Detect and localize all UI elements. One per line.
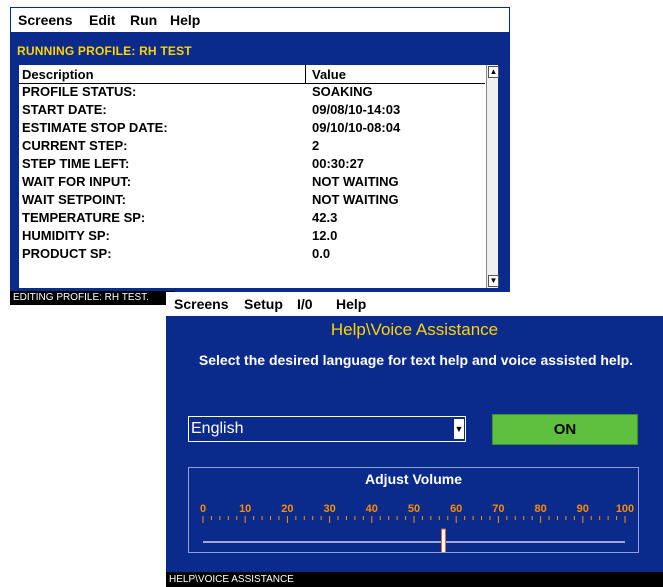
table-row[interactable]: HUMIDITY SP: 12.0 <box>19 228 485 246</box>
row-description: ESTIMATE STOP DATE: <box>22 120 168 135</box>
table-row[interactable]: PROFILE STATUS: SOAKING <box>19 84 485 102</box>
help-status-bar: HELP\VOICE ASSISTANCE <box>166 572 663 587</box>
running-profile-window: Screens Edit Run Help RUNNING PROFILE: R… <box>10 7 510 305</box>
row-value: 42.3 <box>312 210 338 225</box>
row-description: START DATE: <box>22 102 107 117</box>
dropdown-arrow-icon[interactable]: ▼ <box>454 419 464 439</box>
voice-on-button[interactable]: ON <box>492 414 638 445</box>
profile-info-table: Description Value PROFILE STATUS: SOAKIN… <box>19 65 499 288</box>
row-description: STEP TIME LEFT: <box>22 156 130 171</box>
help-voice-window: Screens Setup I/0 Help Help\Voice Assist… <box>166 292 663 587</box>
column-header-value: Value <box>312 67 346 82</box>
volume-tick-label: 30 <box>323 503 335 515</box>
menu-screens[interactable]: Screens <box>174 296 228 312</box>
volume-tick-label: 60 <box>450 503 462 515</box>
volume-tick-label: 10 <box>239 503 251 515</box>
help-title: Help\Voice Assistance <box>330 320 499 339</box>
row-value: 12.0 <box>312 228 338 243</box>
row-value: NOT WAITING <box>312 174 399 189</box>
row-value: NOT WAITING <box>312 192 399 207</box>
row-description: WAIT SETPOINT: <box>22 192 126 207</box>
scroll-up-icon[interactable]: ▲ <box>488 66 499 78</box>
table-row[interactable]: STEP TIME LEFT: 00:30:27 <box>19 156 485 174</box>
column-header-description: Description <box>22 67 94 82</box>
volume-panel: Adjust Volume 0 10 20 30 40 50 60 70 80 90 100 <box>188 467 639 553</box>
profile-title: RUNNING PROFILE: RH TEST <box>17 44 192 58</box>
profile-menubar: Screens Edit Run Help <box>10 7 510 33</box>
volume-tick-label: 0 <box>200 503 206 515</box>
volume-tick-label: 20 <box>281 503 293 515</box>
menu-edit[interactable]: Edit <box>89 12 115 28</box>
menu-io[interactable]: I/0 <box>297 296 313 312</box>
volume-tick-label: 80 <box>534 503 546 515</box>
volume-tick-label: 70 <box>492 503 504 515</box>
row-description: TEMPERATURE SP: <box>22 210 146 225</box>
row-value: 2 <box>312 138 320 153</box>
row-description: WAIT FOR INPUT: <box>22 174 132 189</box>
language-select[interactable]: English ▼ <box>188 416 466 442</box>
row-value: 00:30:27 <box>312 156 365 171</box>
table-row[interactable]: WAIT SETPOINT: NOT WAITING <box>19 192 485 210</box>
language-selected-value: English <box>191 420 244 437</box>
row-description: HUMIDITY SP: <box>22 228 110 243</box>
volume-tick-label: 40 <box>366 503 378 515</box>
volume-slider[interactable]: 0 10 20 30 40 50 60 70 80 90 100 <box>189 468 638 552</box>
menu-run[interactable]: Run <box>130 12 157 28</box>
volume-tick-label: 50 <box>408 503 420 515</box>
menu-setup[interactable]: Setup <box>244 296 283 312</box>
help-menubar: Screens Setup I/0 Help <box>166 292 663 316</box>
row-value: 09/10/10-08:04 <box>312 120 401 135</box>
scroll-down-icon[interactable]: ▼ <box>488 275 499 287</box>
row-value: 09/08/10-14:03 <box>312 102 401 117</box>
row-description: CURRENT STEP: <box>22 138 128 153</box>
volume-tick-label: 100 <box>616 503 634 515</box>
table-scrollbar[interactable]: ▲ ▼ <box>486 65 499 288</box>
table-row[interactable]: PRODUCT SP: 0.0 <box>19 246 485 264</box>
table-header: Description Value <box>19 65 485 84</box>
menu-help[interactable]: Help <box>336 296 366 312</box>
row-value: SOAKING <box>312 84 373 99</box>
profile-status-bar: EDITING PROFILE: RH TEST. <box>10 291 175 305</box>
volume-tick-label: 90 <box>577 503 589 515</box>
menu-screens[interactable]: Screens <box>18 12 72 28</box>
menu-help[interactable]: Help <box>170 12 200 28</box>
table-row[interactable]: START DATE: 09/08/10-14:03 <box>19 102 485 120</box>
table-row[interactable]: ESTIMATE STOP DATE: 09/10/10-08:04 <box>19 120 485 138</box>
row-description: PROFILE STATUS: <box>22 84 137 99</box>
volume-handle[interactable] <box>441 528 447 552</box>
table-row[interactable]: WAIT FOR INPUT: NOT WAITING <box>19 174 485 192</box>
row-description: PRODUCT SP: <box>22 246 112 261</box>
row-value: 0.0 <box>312 246 331 261</box>
table-row[interactable]: TEMPERATURE SP: 42.3 <box>19 210 485 228</box>
language-instruction: Select the desired language for text hel… <box>198 352 634 368</box>
table-row[interactable]: CURRENT STEP: 2 <box>19 138 485 156</box>
column-divider <box>305 65 306 84</box>
